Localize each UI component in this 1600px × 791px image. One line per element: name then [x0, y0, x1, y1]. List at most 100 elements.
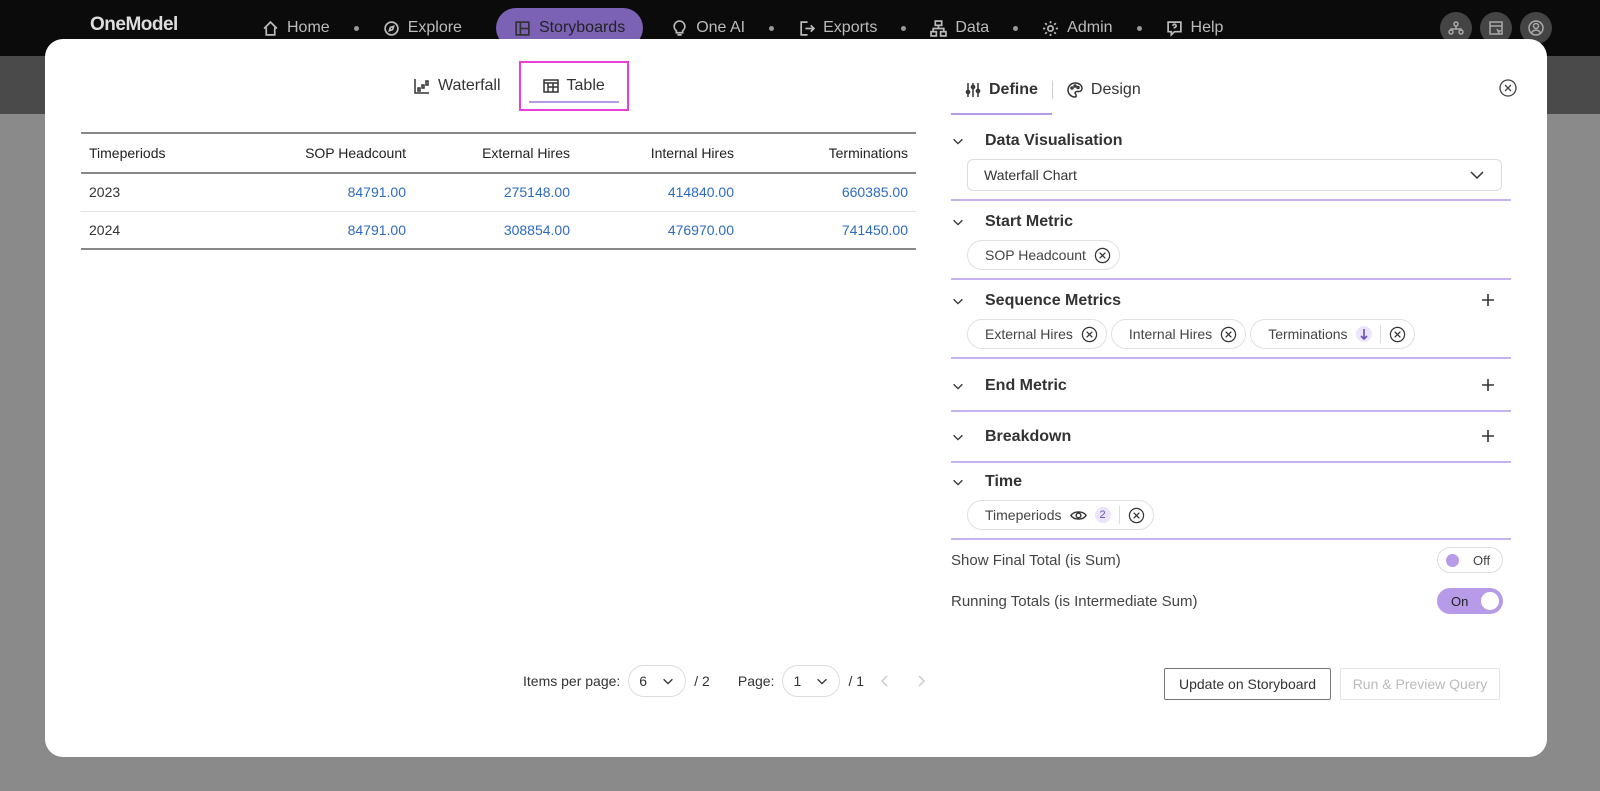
- chevron-down-icon: [951, 294, 985, 308]
- table-cell-link[interactable]: 741450.00: [742, 211, 916, 250]
- toggle-knob: [1481, 592, 1499, 610]
- section-end-metric: End Metric: [951, 362, 1511, 412]
- tab-label: Design: [1090, 81, 1141, 98]
- time-chip-timeperiods[interactable]: Timeperiods 2: [967, 500, 1154, 530]
- section-header[interactable]: Start Metric: [951, 204, 1511, 240]
- chip-label: SOP Headcount: [985, 247, 1086, 263]
- metric-chip-terminations[interactable]: Terminations: [1250, 319, 1415, 349]
- remove-chip-button[interactable]: [1094, 247, 1111, 264]
- section-body: Waterfall Chart: [951, 159, 1511, 199]
- arrow-down-icon[interactable]: [1355, 326, 1372, 342]
- add-breakdown-button[interactable]: [1481, 429, 1495, 448]
- close-circle-icon: [1389, 326, 1405, 342]
- tab-design[interactable]: Design: [1053, 69, 1155, 111]
- table-pager: Items per page: 6 / 2 Page: 1 / 1: [523, 665, 936, 697]
- section-header[interactable]: Data Visualisation: [951, 123, 1511, 159]
- close-icon: [1499, 79, 1517, 97]
- home-icon: [263, 20, 278, 36]
- column-header-external-hires[interactable]: External Hires: [414, 132, 578, 174]
- column-header-sop-headcount[interactable]: SOP Headcount: [251, 132, 414, 174]
- column-header-terminations[interactable]: Terminations: [742, 132, 916, 174]
- tab-label: Define: [989, 81, 1038, 98]
- items-per-page-select[interactable]: 6: [628, 665, 687, 697]
- section-breakdown: Breakdown: [951, 413, 1511, 463]
- remove-chip-button[interactable]: [1081, 326, 1098, 343]
- chip-label: Internal Hires: [1128, 326, 1213, 342]
- items-total: / 2: [694, 673, 710, 689]
- section-header[interactable]: Breakdown: [951, 413, 1511, 461]
- tab-waterfall[interactable]: Waterfall: [400, 61, 515, 111]
- section-body: Timeperiods 2: [951, 500, 1511, 538]
- section-start-metric: Start Metric SOP Headcount: [951, 204, 1511, 280]
- tab-define[interactable]: Define: [951, 69, 1052, 115]
- close-modal-button[interactable]: [1499, 79, 1517, 97]
- run-preview-query-button[interactable]: Run & Preview Query: [1340, 668, 1500, 700]
- section-title: Breakdown: [985, 428, 1072, 445]
- section-header[interactable]: Sequence Metrics: [951, 283, 1511, 319]
- toggle-label: Running Totals (is Intermediate Sum): [951, 592, 1198, 610]
- tab-label: Waterfall: [438, 77, 501, 94]
- section-body: SOP Headcount: [951, 240, 1511, 278]
- chip-label: Terminations: [1268, 326, 1348, 342]
- show-final-total-toggle[interactable]: Off: [1437, 547, 1503, 573]
- nav-item-label: Home: [287, 19, 330, 36]
- close-circle-icon: [1220, 326, 1237, 342]
- visualisation-type-select[interactable]: Waterfall Chart: [967, 159, 1502, 191]
- compass-icon: [383, 20, 399, 36]
- remove-chip-button[interactable]: [1128, 507, 1145, 524]
- chip-divider: [1379, 325, 1381, 343]
- table-icon: [542, 79, 559, 93]
- close-circle-icon: [1128, 507, 1144, 523]
- table-cell-link[interactable]: 414840.00: [578, 173, 742, 212]
- view-tabs: Waterfall Table: [400, 61, 629, 111]
- toggle-state: Off: [1473, 552, 1491, 568]
- nav-separator: [1136, 25, 1142, 31]
- app-logo[interactable]: OneModel: [90, 14, 178, 36]
- eye-icon[interactable]: [1069, 507, 1087, 524]
- table-cell-link[interactable]: 476970.00: [578, 211, 742, 250]
- update-on-storyboard-button[interactable]: Update on Storyboard: [1164, 668, 1331, 700]
- table-cell-link[interactable]: 308854.00: [414, 211, 578, 250]
- nav-item-label: Help: [1190, 19, 1224, 36]
- section-title: Start Metric: [985, 213, 1074, 230]
- nav-separator: [769, 25, 775, 31]
- section-sequence-metrics: Sequence Metrics External Hires Internal…: [951, 283, 1511, 359]
- table-cell-link[interactable]: 660385.00: [742, 173, 916, 212]
- section-time: Time Timeperiods 2: [951, 464, 1511, 540]
- data-icon: [930, 19, 948, 37]
- page-select[interactable]: 1: [782, 665, 841, 697]
- metric-chip-external-hires[interactable]: External Hires: [967, 319, 1107, 349]
- tab-label: Table: [566, 77, 605, 94]
- nav-item-label: Explore: [407, 19, 462, 36]
- chevron-right-icon: [918, 675, 926, 687]
- metric-chip-sop-headcount[interactable]: SOP Headcount: [967, 240, 1120, 270]
- table-cell-link[interactable]: 275148.00: [414, 173, 578, 212]
- plus-icon: [1482, 294, 1494, 306]
- next-page-button[interactable]: [906, 673, 936, 689]
- results-table: Timeperiods SOP Headcount External Hires…: [81, 132, 916, 250]
- prev-page-button[interactable]: [870, 673, 900, 689]
- table-header-row: Timeperiods SOP Headcount External Hires…: [81, 132, 916, 174]
- nav-item-label: Data: [955, 19, 990, 36]
- section-header[interactable]: End Metric: [951, 362, 1511, 410]
- column-header-timeperiods[interactable]: Timeperiods: [81, 132, 251, 174]
- running-totals-toggle[interactable]: On: [1437, 588, 1503, 614]
- tab-table[interactable]: Table: [518, 61, 629, 111]
- waterfall-chart-icon: [414, 79, 429, 94]
- remove-chip-button[interactable]: [1389, 326, 1406, 343]
- table-cell-link[interactable]: 84791.00: [251, 173, 414, 212]
- toggle-state: On: [1451, 593, 1469, 609]
- add-end-metric-button[interactable]: [1481, 378, 1495, 397]
- column-header-internal-hires[interactable]: Internal Hires: [578, 132, 742, 174]
- section-title: Data Visualisation: [985, 132, 1123, 149]
- items-per-page-label: Items per page:: [523, 673, 621, 689]
- toggle-knob: [1446, 554, 1459, 567]
- remove-chip-button[interactable]: [1220, 326, 1237, 343]
- metric-chip-internal-hires[interactable]: Internal Hires: [1110, 319, 1247, 349]
- section-header[interactable]: Time: [951, 464, 1511, 500]
- add-sequence-metric-button[interactable]: [1481, 293, 1495, 312]
- table-cell-link[interactable]: 84791.00: [251, 211, 414, 250]
- palette-icon: [1067, 82, 1083, 98]
- chip-label: Timeperiods: [985, 507, 1062, 523]
- nav-item-label: One AI: [696, 19, 746, 36]
